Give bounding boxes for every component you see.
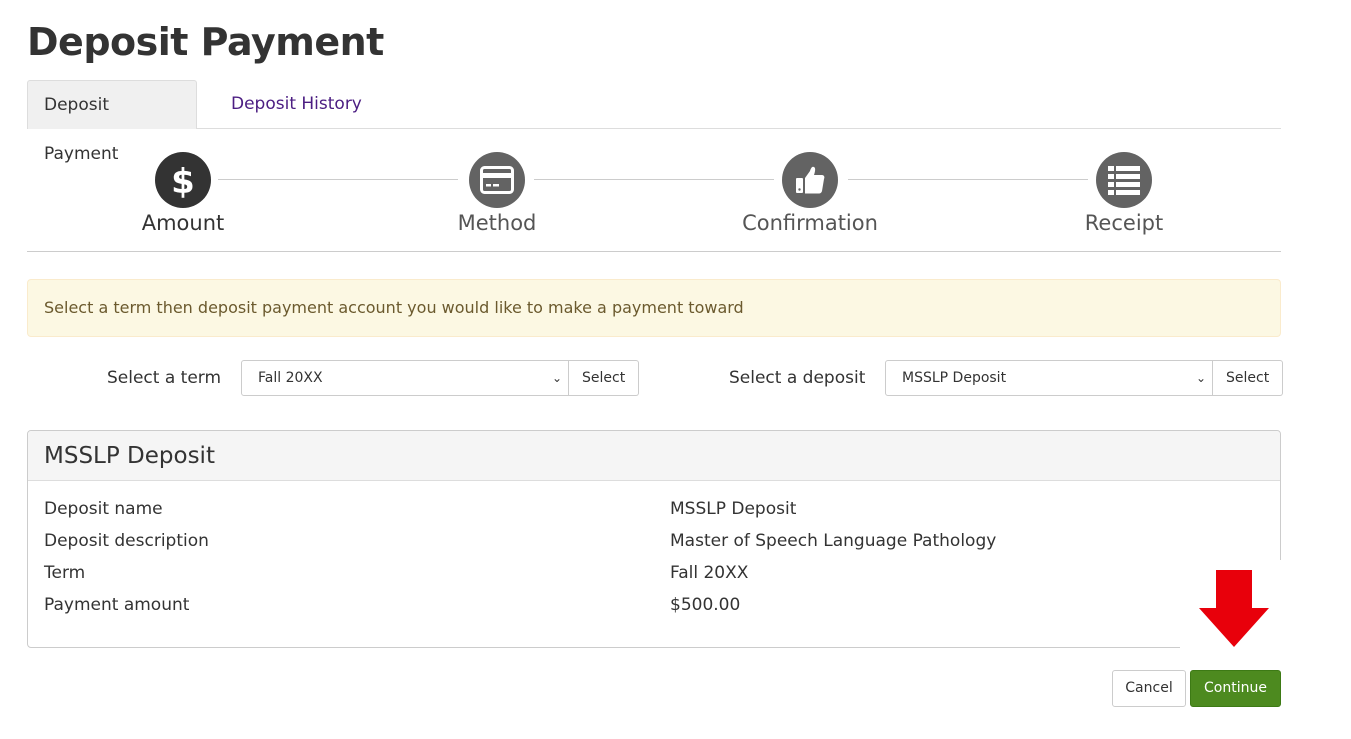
chevron-down-icon: ⌄ — [551, 371, 562, 385]
deposit-select[interactable]: MSSLP Deposit ⌄ — [885, 360, 1213, 396]
step-label-confirmation: Confirmation — [742, 211, 878, 235]
thumbs-up-icon — [782, 152, 838, 208]
deposit-select-value: MSSLP Deposit — [902, 370, 1007, 386]
credit-card-icon — [469, 152, 525, 208]
step-label-method: Method — [457, 211, 537, 235]
detail-label: Term — [44, 563, 86, 583]
step-label-amount: Amount — [141, 211, 225, 235]
list-icon — [1096, 152, 1152, 208]
detail-value: MSSLP Deposit — [670, 499, 797, 519]
detail-label: Deposit name — [44, 499, 163, 519]
panel-heading: MSSLP Deposit — [28, 431, 1280, 481]
term-select-group: Fall 20XX ⌄ Select — [241, 360, 640, 396]
step-label-receipt: Receipt — [1084, 211, 1164, 235]
term-select-label: Select a term — [107, 368, 222, 388]
term-select[interactable]: Fall 20XX ⌄ — [241, 360, 569, 396]
step-method: Method — [397, 152, 597, 235]
page-title: Deposit Payment — [27, 20, 384, 64]
tab-deposit-payment[interactable]: Deposit Payment — [27, 80, 197, 164]
detail-value: $500.00 — [670, 595, 741, 615]
deposit-details-panel: MSSLP Deposit Deposit name MSSLP Deposit… — [27, 430, 1281, 648]
term-select-value: Fall 20XX — [258, 370, 323, 386]
detail-value: Fall 20XX — [670, 563, 749, 583]
deposit-select-group: MSSLP Deposit ⌄ Select — [885, 360, 1284, 396]
detail-label: Deposit description — [44, 531, 209, 551]
instruction-alert: Select a term then deposit payment accou… — [27, 279, 1281, 337]
deposit-select-label: Select a deposit — [729, 368, 866, 388]
step-amount: $ Amount — [83, 152, 283, 235]
tab-deposit-history[interactable]: Deposit History — [215, 80, 378, 129]
cancel-button[interactable]: Cancel — [1112, 670, 1186, 707]
payment-stepper: $ Amount Method Confirmation Receipt — [27, 129, 1281, 252]
term-select-button[interactable]: Select — [569, 360, 640, 396]
detail-value: Master of Speech Language Pathology — [670, 531, 997, 551]
tab-bar: Deposit Payment Deposit History — [27, 80, 1281, 164]
svg-text:$: $ — [171, 162, 195, 199]
dollar-icon: $ — [155, 152, 211, 208]
deposit-select-button[interactable]: Select — [1213, 360, 1284, 396]
continue-button[interactable]: Continue — [1190, 670, 1281, 707]
arrow-down-icon — [1198, 570, 1270, 652]
chevron-down-icon: ⌄ — [1195, 371, 1206, 385]
detail-label: Payment amount — [44, 595, 190, 615]
step-confirmation: Confirmation — [710, 152, 910, 235]
step-receipt: Receipt — [1024, 152, 1224, 235]
